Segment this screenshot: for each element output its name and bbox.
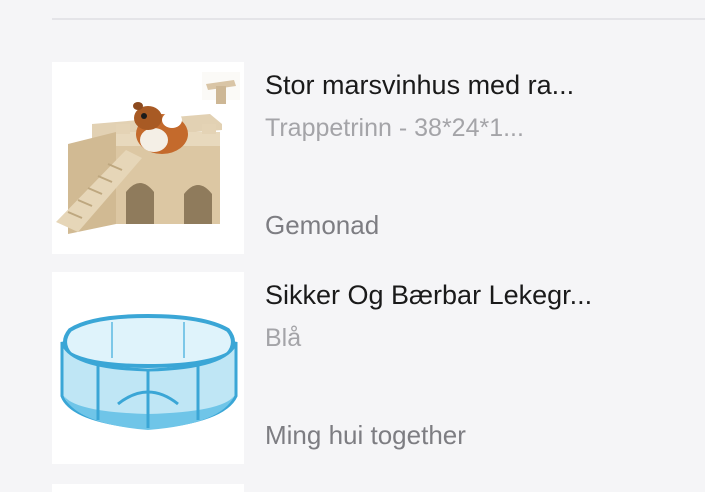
product-title[interactable]: Stor marsvinhus med ra...: [265, 70, 574, 101]
product-variant: Trappetrinn - 38*24*1...: [265, 114, 524, 142]
list-divider: [52, 18, 705, 20]
next-product-image-partial: [52, 484, 244, 492]
seller-name: Ming hui together: [265, 420, 466, 450]
pet-playpen-icon: [60, 313, 238, 430]
cart-item[interactable]: Sikker Og Bærbar Lekegr... Blå Ming hui …: [52, 272, 705, 464]
product-image[interactable]: [52, 272, 244, 464]
cart-item[interactable]: Stor marsvinhus med ra... Trappetrinn - …: [52, 62, 705, 254]
product-variant: Blå: [265, 324, 302, 352]
guinea-pig-house-icon: [52, 72, 244, 254]
item-info: Stor marsvinhus med ra... Trappetrinn - …: [265, 62, 705, 254]
item-info: Sikker Og Bærbar Lekegr... Blå Ming hui …: [265, 272, 705, 464]
product-image[interactable]: [52, 62, 244, 254]
product-title[interactable]: Sikker Og Bærbar Lekegr...: [265, 280, 592, 311]
seller-name: Gemonad: [265, 210, 380, 240]
